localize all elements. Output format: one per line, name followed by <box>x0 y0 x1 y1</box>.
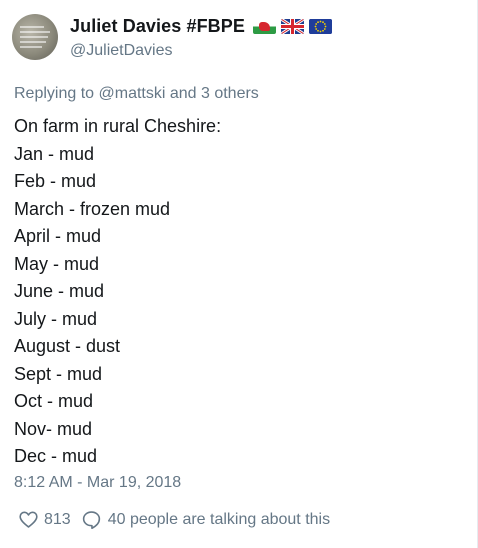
tweet-line: April - mud <box>14 226 102 246</box>
tweet-actions: 813 40 people are talking about this <box>18 509 330 530</box>
avatar[interactable] <box>12 14 58 60</box>
reply-context[interactable]: Replying to @mattski and 3 others <box>14 85 259 103</box>
tweet-line: On farm in rural Cheshire: <box>14 116 222 136</box>
like-count[interactable]: 813 <box>44 511 71 529</box>
tweet-line: Sept - mud <box>14 363 103 384</box>
conversation-count[interactable]: 40 people are talking about this <box>108 511 330 529</box>
reply-bubble-icon[interactable] <box>81 509 102 530</box>
tweet-line: March - frozen mud <box>14 198 171 219</box>
tweet-line: Feb - mud <box>14 171 97 191</box>
author-names: Juliet Davies #FBPE @JulietDavies <box>70 15 332 60</box>
tweet-card: Juliet Davies #FBPE @JulietDavies Replyi… <box>0 0 478 548</box>
heart-icon[interactable] <box>18 509 39 530</box>
tweet-timestamp[interactable]: 8:12 AM - Mar 19, 2018 <box>14 474 181 492</box>
tweet-line: July - mud <box>14 308 98 329</box>
tweet-line: Jan - mud <box>14 143 95 164</box>
tweet-text: On farm in rural Cheshire: Jan - mud Feb… <box>14 113 221 471</box>
tweet-line: June - mud <box>14 281 105 301</box>
user-handle[interactable]: @JulietDavies <box>70 42 332 60</box>
display-name-row: Juliet Davies #FBPE <box>70 15 332 39</box>
tweet-header: Juliet Davies #FBPE @JulietDavies <box>12 14 332 60</box>
tweet-line: Oct - mud <box>14 391 94 411</box>
eu-flag-icon <box>308 19 332 34</box>
tweet-line: Nov- mud <box>14 418 93 439</box>
tweet-line: Dec - mud <box>14 446 98 466</box>
tweet-line: August - dust <box>14 336 121 356</box>
wales-flag-icon <box>252 19 276 34</box>
tweet-line: May - mud <box>14 253 100 274</box>
uk-flag-icon <box>280 19 304 34</box>
display-name[interactable]: Juliet Davies #FBPE <box>70 16 245 37</box>
